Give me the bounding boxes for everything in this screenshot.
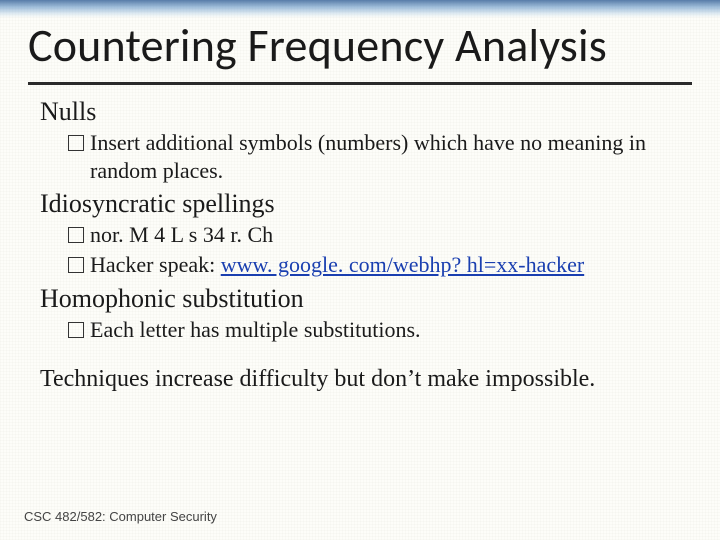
heading-nulls: Nulls [40, 97, 680, 127]
top-accent [0, 0, 720, 18]
bullet-text: Insert additional symbols (numbers) whic… [90, 129, 680, 185]
list-item: Each letter has multiple substitutions. [68, 316, 680, 344]
list-item: Hacker speak: www. google. com/webhp? hl… [68, 251, 680, 279]
list-item: nor. M 4 L s 34 r. Ch [68, 221, 680, 249]
bullet-text: Each letter has multiple substitutions. [90, 316, 680, 344]
square-bullet-icon [68, 322, 84, 338]
footer-text: CSC 482/582: Computer Security [24, 509, 217, 524]
bullet-text: Hacker speak: www. google. com/webhp? hl… [90, 251, 680, 279]
summary-text: Techniques increase difficulty but don’t… [40, 366, 680, 393]
slide-body: Nulls Insert additional symbols (numbers… [0, 97, 720, 393]
bullet-prefix: Hacker speak: [90, 252, 221, 277]
heading-idiosyncratic: Idiosyncratic spellings [40, 189, 680, 219]
square-bullet-icon [68, 227, 84, 243]
hacker-speak-link[interactable]: www. google. com/webhp? hl=xx-hacker [221, 252, 584, 277]
title-underline [28, 82, 692, 85]
square-bullet-icon [68, 257, 84, 273]
square-bullet-icon [68, 135, 84, 151]
list-item: Insert additional symbols (numbers) whic… [68, 129, 680, 185]
bullet-text: nor. M 4 L s 34 r. Ch [90, 221, 680, 249]
heading-homophonic: Homophonic substitution [40, 284, 680, 314]
